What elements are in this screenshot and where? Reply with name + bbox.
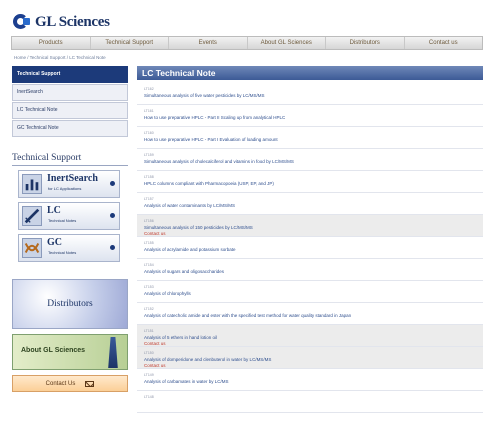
note-title-link[interactable]: Analysis of carbamates in water by LC/MS (144, 378, 483, 385)
about-banner-label: About GL Sciences (21, 347, 86, 354)
distributors-banner[interactable]: Distributors (12, 279, 128, 329)
note-title-link[interactable] (144, 400, 483, 407)
note-title-link[interactable]: Analysis of chlorophylls (144, 290, 483, 297)
side-menu-gc-technical-note[interactable]: GC Technical Note (12, 120, 128, 137)
lc-column-icon (22, 206, 42, 226)
breadcrumb: Home / Technical Support / LC Technical … (14, 55, 106, 60)
list-item: LT156 Simultaneous analysis of 150 pestic… (137, 215, 483, 237)
list-item: LT161 How to use preparative HPLC - Part … (137, 105, 483, 127)
list-item: LT149 Analysis of carbamates in water by … (137, 369, 483, 391)
nav-distributors[interactable]: Distributors (326, 37, 405, 49)
note-title-link[interactable]: Simultaneous analysis of 150 pesticides … (144, 224, 483, 231)
list-item: LT158 HPLC columns compliant with Pharmac… (137, 171, 483, 193)
contact-banner-label: Contact Us (45, 380, 76, 387)
note-title-link[interactable]: How to use preparative HPLC - Part II Sc… (144, 114, 483, 121)
contact-banner[interactable]: Contact Us (12, 375, 128, 392)
note-title-link[interactable]: Analysis of 5 ethers in hand lotion oil (144, 334, 483, 341)
brand-logo[interactable]: GL Sciences (13, 12, 110, 32)
list-item: LT155 Analysis of acrylamide and potassiu… (137, 237, 483, 259)
list-item: LT160 How to use preparative HPLC - Part … (137, 127, 483, 149)
note-title-link[interactable]: HPLC columns compliant with Pharmacopoei… (144, 180, 483, 187)
list-item: LT154 Analysis of sugars and oligosacchar… (137, 259, 483, 281)
gc-technical-notes-button[interactable]: GC Technical Notes (18, 234, 120, 262)
note-title-link[interactable]: Simultaneous analysis of five water pest… (144, 92, 483, 99)
list-item: LT159 Simultaneous analysis of cholecalci… (137, 149, 483, 171)
side-menu-inertsearch[interactable]: InertSearch (12, 84, 128, 101)
note-title-link[interactable]: Analysis of sugars and oligosaccharides (144, 268, 483, 275)
distributors-banner-label: Distributors (47, 299, 93, 309)
note-title-link[interactable]: Analysis of catecholic amide and ester w… (144, 312, 483, 319)
list-item: LT157 Analysis of water contaminants by L… (137, 193, 483, 215)
building-icon (108, 337, 118, 368)
nav-products[interactable]: Products (12, 37, 91, 49)
about-banner[interactable]: About GL Sciences (12, 334, 128, 370)
gc-title: GC (47, 237, 62, 248)
side-menu-technical-support[interactable]: Technical Support (12, 66, 128, 83)
page-title: LC Technical Note (137, 66, 483, 80)
inertsearch-title: InertSearch (47, 173, 98, 184)
note-title-link[interactable]: Analysis of domperidone and clenbuterol … (144, 356, 483, 363)
bullet-icon (110, 245, 115, 250)
gc-coil-icon (22, 238, 42, 258)
brand-name: GL Sciences (35, 13, 110, 30)
main-content: LC Technical Note LT162 Simultaneous anal… (137, 66, 483, 413)
sidebar: Technical Support InertSearch LC Technic… (12, 66, 128, 392)
gl-logo-icon (13, 13, 31, 31)
list-item: LT148 (137, 391, 483, 413)
side-menu: Technical Support InertSearch LC Technic… (12, 66, 128, 137)
bullet-icon (110, 213, 115, 218)
nav-technical-support[interactable]: Technical Support (91, 37, 169, 49)
bar-chart-icon (22, 174, 42, 194)
note-title-link[interactable]: Analysis of water contaminants by LC/MS/… (144, 202, 483, 209)
note-title-link[interactable]: How to use preparative HPLC - Part I Eva… (144, 136, 483, 143)
list-item: LT152 Analysis of catecholic amide and es… (137, 303, 483, 325)
nav-about[interactable]: About GL Sciences (248, 37, 326, 49)
list-item: LT150 Analysis of domperidone and clenbut… (137, 347, 483, 369)
technical-support-heading: Technical Support (12, 153, 128, 166)
list-item: LT162 Simultaneous analysis of five water… (137, 83, 483, 105)
note-title-link[interactable]: Simultaneous analysis of cholecalciferol… (144, 158, 483, 165)
side-menu-lc-technical-note[interactable]: LC Technical Note (12, 102, 128, 119)
lc-technical-notes-button[interactable]: LC Technical Notes (18, 202, 120, 230)
inertsearch-subtitle: for LC Applications (48, 186, 82, 191)
list-item: LT151 Analysis of 5 ethers in hand lotion… (137, 325, 483, 347)
technical-note-list: LT162 Simultaneous analysis of five water… (137, 83, 483, 413)
inertsearch-button[interactable]: InertSearch for LC Applications (18, 170, 120, 198)
list-item: LT153 Analysis of chlorophylls (137, 281, 483, 303)
nav-contact[interactable]: Contact us (405, 37, 483, 49)
envelope-icon (85, 380, 95, 387)
nav-events[interactable]: Events (169, 37, 248, 49)
lc-subtitle: Technical Notes (48, 218, 77, 223)
note-title-link[interactable]: Analysis of acrylamide and potassium sor… (144, 246, 483, 253)
top-navigation: Products Technical Support Events About … (11, 36, 483, 50)
gc-subtitle: Technical Notes (48, 250, 77, 255)
lc-title: LC (47, 205, 61, 216)
bullet-icon (110, 181, 115, 186)
